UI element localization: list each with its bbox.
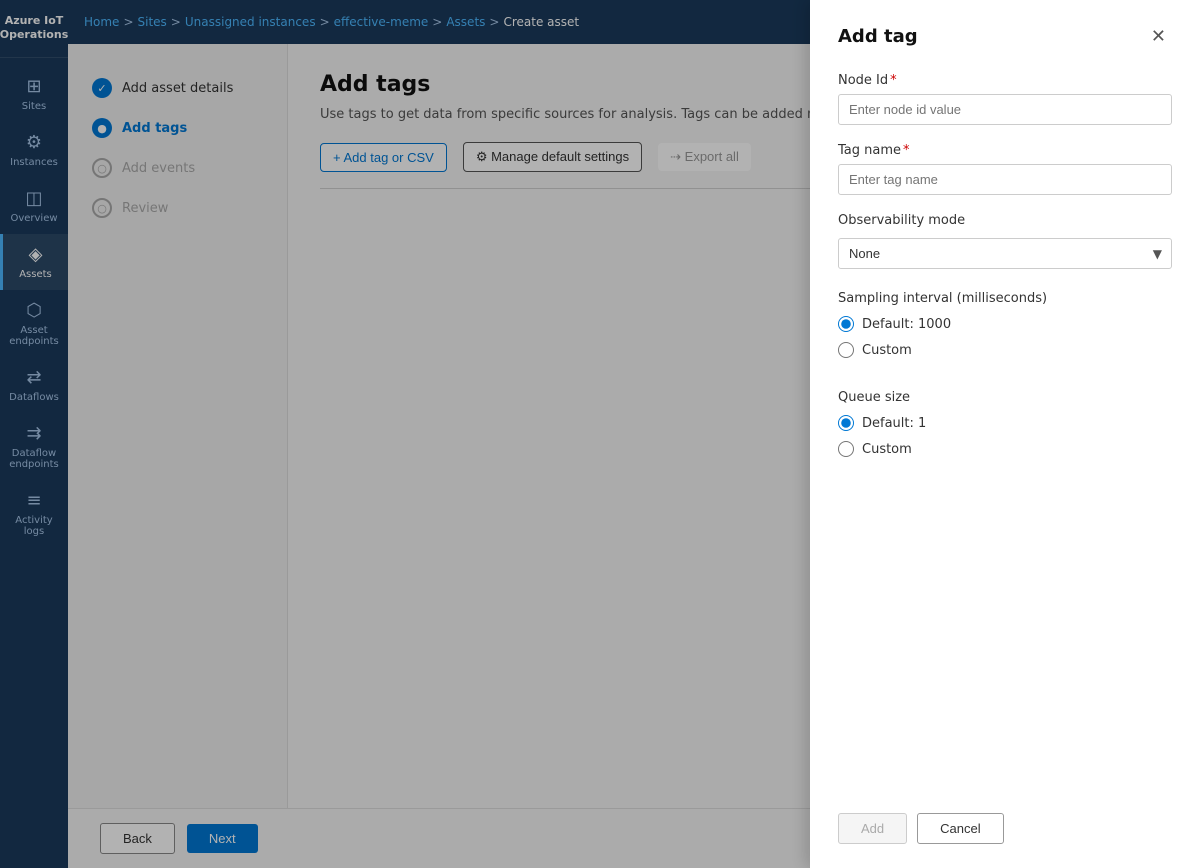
wizard-step-add-tags[interactable]: ● Add tags [84,108,271,148]
node-id-input[interactable] [838,94,1172,125]
cancel-button[interactable]: Cancel [917,813,1003,844]
sidebar-item-sites[interactable]: ⊞ Sites [0,66,68,122]
observability-mode-label: Observability mode [838,213,1172,228]
breadcrumb-sep-2: > [171,15,181,29]
queue-size-label: Queue size [838,390,1172,405]
app-title: Azure IoT Operations [0,14,68,43]
sites-icon: ⊞ [26,76,41,97]
observability-mode-wrapper: None Gauge Counter Histogram Log ▼ [838,238,1172,269]
sampling-default-option[interactable]: Default: 1000 [838,316,1172,332]
step-2-circle: ● [92,118,112,138]
tag-name-label: Tag name* [838,143,1172,158]
sidebar-item-overview[interactable]: ◫ Overview [0,178,68,234]
breadcrumb-sites[interactable]: Sites [138,15,167,29]
queue-default-radio[interactable] [838,415,854,431]
queue-default-option[interactable]: Default: 1 [838,415,1172,431]
breadcrumb-effective-meme[interactable]: effective-meme [334,15,429,29]
instances-icon: ⚙ [26,132,42,153]
back-button[interactable]: Back [100,823,175,854]
step-1-circle: ✓ [92,78,112,98]
assets-icon: ◈ [29,244,43,265]
sidebar-item-dataflows-label: Dataflows [9,392,59,403]
asset-endpoints-icon: ⬡ [26,300,42,321]
next-button[interactable]: Next [187,824,258,853]
sidebar-item-asset-endpoints[interactable]: ⬡ Asset endpoints [0,290,68,357]
app-title-header: Azure IoT Operations [0,0,68,58]
breadcrumb-sep-3: > [320,15,330,29]
sidebar-item-instances[interactable]: ⚙ Instances [0,122,68,178]
sampling-default-label: Default: 1000 [862,317,951,332]
close-panel-button[interactable]: ✕ [1145,24,1172,49]
sidebar-item-dataflows[interactable]: ⇄ Dataflows [0,357,68,413]
activity-logs-icon: ≡ [26,490,41,511]
queue-custom-label: Custom [862,442,912,457]
sidebar-item-asset-endpoints-label: Asset endpoints [4,325,64,347]
add-button: Add [838,813,907,844]
dataflows-icon: ⇄ [26,367,41,388]
panel-footer: Add Cancel [838,793,1172,844]
breadcrumb-current: Create asset [503,15,579,29]
wizard-step-review[interactable]: ○ Review [84,188,271,228]
step-1-label: Add asset details [122,81,233,96]
wizard-nav: ✓ Add asset details ● Add tags ○ Add eve… [68,44,288,808]
breadcrumb-sep-4: > [432,15,442,29]
manage-default-settings-button[interactable]: ⚙ Manage default settings [463,142,642,172]
sidebar-item-sites-label: Sites [22,101,46,112]
breadcrumb-sep-5: > [489,15,499,29]
step-4-label: Review [122,201,168,216]
add-tag-csv-button[interactable]: + Add tag or CSV [320,143,447,172]
step-3-label: Add events [122,161,195,176]
sampling-default-radio[interactable] [838,316,854,332]
sidebar: Azure IoT Operations ⊞ Sites ⚙ Instances… [0,0,68,868]
add-tag-panel: Add tag ✕ Node Id* Tag name* Observabili… [810,0,1200,868]
sidebar-item-assets-label: Assets [19,269,52,280]
wizard-step-add-asset-details[interactable]: ✓ Add asset details [84,68,271,108]
sidebar-item-dataflow-endpoints-label: Dataflow endpoints [4,448,64,470]
breadcrumb-home[interactable]: Home [84,15,119,29]
sidebar-item-activity-logs[interactable]: ≡ Activity logs [0,480,68,547]
export-all-button: ⇢ Export all [658,143,751,171]
observability-mode-select[interactable]: None Gauge Counter Histogram Log [838,238,1172,269]
breadcrumb-assets[interactable]: Assets [446,15,485,29]
panel-title: Add tag [838,26,918,47]
breadcrumb-sep-1: > [123,15,133,29]
sidebar-item-instances-label: Instances [10,157,58,168]
step-2-label: Add tags [122,121,187,136]
queue-custom-radio[interactable] [838,441,854,457]
queue-size-group: Queue size Default: 1 Custom [838,390,1172,467]
sidebar-item-dataflow-endpoints[interactable]: ⇉ Dataflow endpoints [0,413,68,480]
sidebar-item-assets[interactable]: ◈ Assets [0,234,68,290]
step-3-circle: ○ [92,158,112,178]
sampling-interval-label: Sampling interval (milliseconds) [838,291,1172,306]
queue-default-label: Default: 1 [862,416,926,431]
breadcrumb-unassigned-instances[interactable]: Unassigned instances [185,15,316,29]
sampling-custom-label: Custom [862,343,912,358]
node-id-label: Node Id* [838,73,1172,88]
wizard-step-add-events[interactable]: ○ Add events [84,148,271,188]
overview-icon: ◫ [25,188,42,209]
tag-name-input[interactable] [838,164,1172,195]
breadcrumb: Home > Sites > Unassigned instances > ef… [84,15,579,29]
sampling-interval-group: Sampling interval (milliseconds) Default… [838,291,1172,368]
panel-header: Add tag ✕ [838,24,1172,49]
sidebar-item-activity-logs-label: Activity logs [4,515,64,537]
queue-custom-option[interactable]: Custom [838,441,1172,457]
sampling-custom-radio[interactable] [838,342,854,358]
sidebar-item-overview-label: Overview [10,213,57,224]
sampling-custom-option[interactable]: Custom [838,342,1172,358]
dataflow-endpoints-icon: ⇉ [26,423,41,444]
step-4-circle: ○ [92,198,112,218]
